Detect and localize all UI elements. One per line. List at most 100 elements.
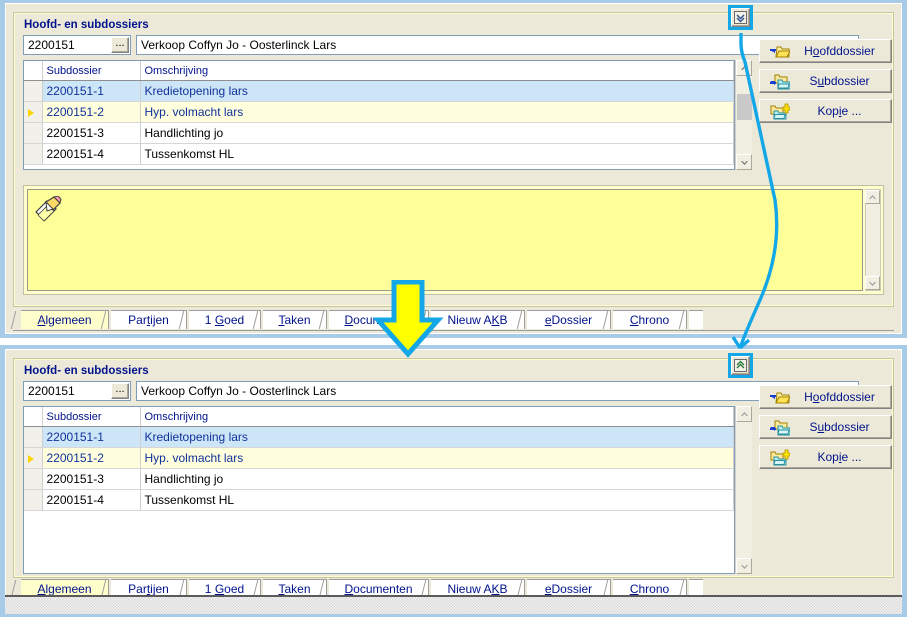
table-header-row: Subdossier Omschrijving [24,407,734,427]
row-selector-cell[interactable] [24,468,43,490]
notes-panel-top [23,185,884,295]
cell-omschrijving: Handlichting jo [140,468,734,490]
cell-subdossier: 2200151-2 [42,447,141,469]
row-selector-cell[interactable] [24,143,43,165]
cell-subdossier: 2200151-3 [42,468,141,490]
table-row[interactable]: 2200151-2 Hyp. volmacht lars [24,101,734,123]
window-top: Hoofd- en subdossiers 2200151 ... Verkoo… [0,0,907,338]
kopie-button-label-bottom: Kopie ... [817,450,862,464]
cell-omschrijving: Hyp. volmacht lars [140,101,734,123]
tab-label: Documenten [344,582,413,596]
tab-baseline-top [13,330,894,331]
row-selector-cell[interactable] [24,426,43,448]
table-row[interactable]: 2200151-1 Kredietopening lars [24,426,734,448]
tab-label: eDossier [544,313,593,327]
cell-subdossier: 2200151-3 [42,122,141,144]
dossier-description-field-top[interactable]: Verkoop Coffyn Jo - Oosterlinck Lars [136,35,859,55]
tab-label: Partijen [128,582,169,596]
notes-scroll-down-arrow-icon[interactable] [865,276,880,290]
group-title-top: Hoofd- en subdossiers [24,19,149,31]
notes-text-area-top[interactable] [27,189,863,291]
folder-plus-icon [770,103,791,121]
tab-edossier-top[interactable]: eDossier [516,310,611,329]
cell-omschrijving: Kredietopening lars [140,426,734,448]
subdossier-button-top[interactable]: Subdossier [759,69,892,93]
subdossier-button-label-bottom: Subdossier [809,420,870,434]
dossier-id-value-top: 2200151 [28,38,75,52]
cell-subdossier: 2200151-1 [42,426,141,448]
row-selector-cell[interactable] [24,101,43,123]
tab-label: Taken [278,313,311,327]
dossier-id-field-bottom[interactable]: 2200151 ... [23,381,131,401]
tab-taken-top[interactable]: Taken [252,310,327,329]
row-selector-header [24,407,43,427]
folders-blue-arrow-icon [770,73,791,91]
tabstrip-top: Algemeen Partijen 1 Goed Taken Documente… [10,310,894,330]
scroll-up-arrow-icon[interactable] [736,406,752,422]
scroll-thumb[interactable] [737,94,752,120]
table-row[interactable]: 2200151-3 Handlichting jo [24,468,734,490]
tab-algemeen-top[interactable]: Algemeen [10,310,109,329]
table-row[interactable]: 2200151-4 Tussenkomst HL [24,489,734,511]
kopie-button-label-top: Kopie ... [817,104,862,118]
table-row[interactable]: 2200151-4 Tussenkomst HL [24,143,734,165]
dossier-id-field-top[interactable]: 2200151 ... [23,35,131,55]
tab-nieuw-akb-top[interactable]: Nieuw AKB [420,310,525,329]
table-row[interactable]: 2200151-1 Kredietopening lars [24,80,734,102]
tab-documenten-top[interactable]: Documenten [318,310,429,329]
grid-scrollbar-top[interactable] [735,60,752,170]
cell-subdossier: 2200151-1 [42,80,141,102]
table-header-row: Subdossier Omschrijving [24,61,734,81]
tab-label: 1 Goed [204,582,245,596]
panel-top-body: Hoofd- en subdossiers 2200151 ... Verkoo… [13,12,894,307]
dossier-id-browse-button-bottom[interactable]: ... [111,383,129,399]
subdossier-grid-top[interactable]: Subdossier Omschrijving 2200151-1 Kredie… [23,60,735,170]
notes-scroll-up-arrow-icon[interactable] [865,190,880,204]
window-bottom-inner: Hoofd- en subdossiers 2200151 ... Verkoo… [5,349,902,603]
tab-label: 1 Goed [204,313,245,327]
window-bottom: Hoofd- en subdossiers 2200151 ... Verkoo… [0,345,907,617]
hoofddossier-button-label-bottom: Hoofddossier [804,390,875,404]
row-selector-cell[interactable] [24,122,43,144]
cell-subdossier: 2200151-4 [42,143,141,165]
highlight-box-top-toggle [728,5,753,30]
notes-scrollbar-top[interactable] [865,189,881,291]
tab-chrono-top[interactable]: Chrono [602,310,687,329]
highlight-box-bottom-toggle [728,353,753,378]
row-selector-cell[interactable] [24,447,43,469]
row-selector-cell[interactable] [24,489,43,511]
table-row[interactable]: 2200151-2 Hyp. volmacht lars [24,447,734,469]
column-header-omschrijving[interactable]: Omschrijving [140,407,734,427]
column-header-subdossier[interactable]: Subdossier [42,407,141,427]
row-selector-cell[interactable] [24,80,43,102]
subdossier-button-bottom[interactable]: Subdossier [759,415,892,439]
column-header-omschrijving[interactable]: Omschrijving [140,61,734,81]
tab-label: Chrono [629,582,670,596]
hoofddossier-button-top[interactable]: Hoofddossier [759,39,892,63]
tab-label: Algemeen [37,582,92,596]
kopie-button-top[interactable]: Kopie ... [759,99,892,123]
kopie-button-bottom[interactable]: Kopie ... [759,445,892,469]
cell-omschrijving: Hyp. volmacht lars [140,447,734,469]
panel-bottom-body: Hoofd- en subdossiers 2200151 ... Verkoo… [13,358,894,578]
table-row[interactable]: 2200151-3 Handlichting jo [24,122,734,144]
dossier-id-browse-button-top[interactable]: ... [111,37,129,53]
scroll-down-arrow-icon[interactable] [736,558,752,574]
tab-label: Chrono [629,313,670,327]
scroll-down-arrow-icon[interactable] [736,154,752,170]
folder-arrow-icon [770,389,791,407]
id-row-bottom: 2200151 ... Verkoop Coffyn Jo - Oosterli… [23,381,883,401]
dossier-description-field-bottom[interactable]: Verkoop Coffyn Jo - Oosterlinck Lars [136,381,859,401]
tab-label: Nieuw AKB [447,313,508,327]
tab-label: Taken [278,582,311,596]
tab-1goed-top[interactable]: 1 Goed [178,310,261,329]
dossier-description-value-top: Verkoop Coffyn Jo - Oosterlinck Lars [141,38,337,52]
hoofddossier-button-bottom[interactable]: Hoofddossier [759,385,892,409]
window-top-inner: Hoofd- en subdossiers 2200151 ... Verkoo… [5,3,902,334]
subdossier-grid-bottom[interactable]: Subdossier Omschrijving 2200151-1 Kredie… [23,406,735,574]
tab-partijen-top[interactable]: Partijen [100,310,187,329]
grid-scrollbar-bottom[interactable] [735,406,752,574]
current-row-marker-icon [28,454,34,463]
scroll-up-arrow-icon[interactable] [736,60,752,76]
column-header-subdossier[interactable]: Subdossier [42,61,141,81]
